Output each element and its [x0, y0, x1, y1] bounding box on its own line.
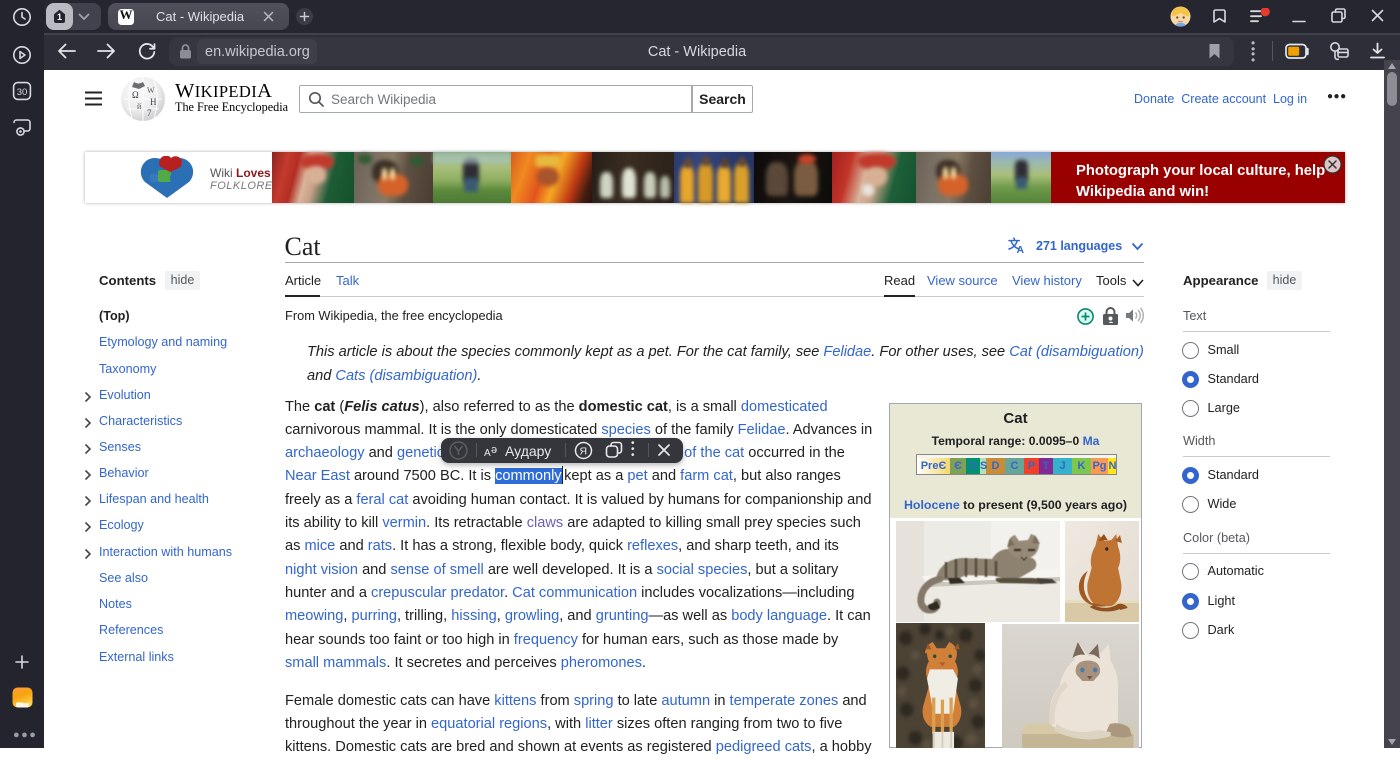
svg-text:7: 7: [147, 108, 152, 118]
svg-text:ә: ә: [491, 444, 497, 456]
svg-text:й: й: [137, 102, 142, 111]
svg-text:Я: Я: [580, 446, 588, 458]
svg-text:A: A: [1017, 245, 1025, 254]
svg-text:W: W: [147, 86, 155, 95]
svg-text:1: 1: [57, 12, 62, 22]
svg-text:Ω: Ω: [132, 90, 139, 100]
svg-text:H: H: [150, 97, 157, 107]
svg-text:30: 30: [17, 87, 28, 98]
svg-text:A: A: [484, 448, 491, 459]
